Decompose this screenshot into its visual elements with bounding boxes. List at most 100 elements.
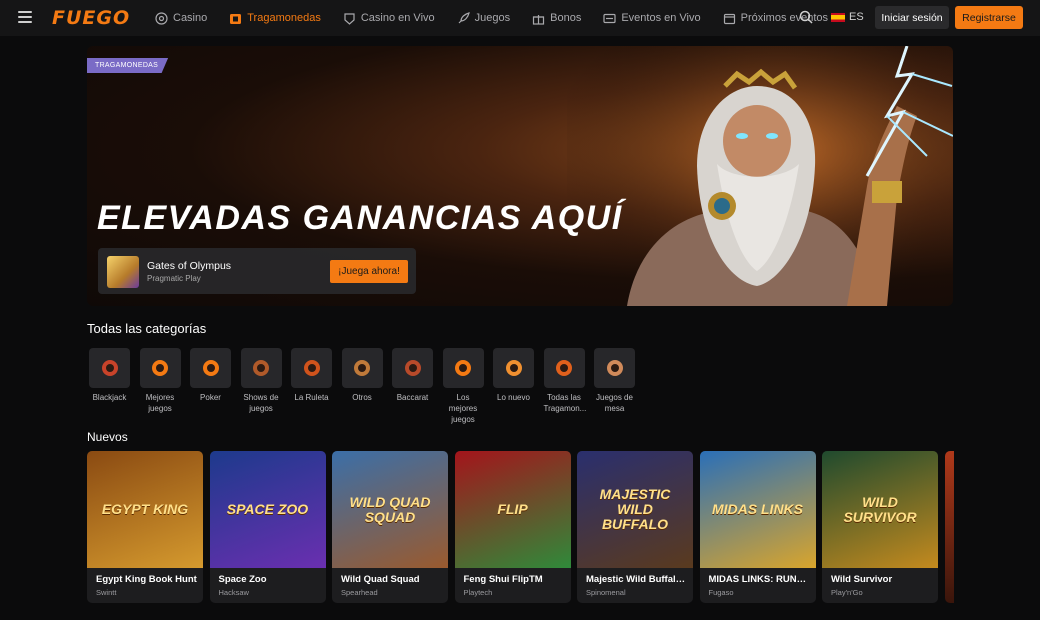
roulette-icon	[303, 360, 320, 376]
search-icon[interactable]	[799, 10, 813, 24]
rocket-icon	[458, 11, 470, 23]
game-art-title: FLIP	[497, 501, 528, 517]
nav-item-label: Eventos en Vivo	[621, 12, 701, 24]
category-tile[interactable]	[341, 348, 383, 388]
nav-item-label: Casino en Vivo	[360, 12, 435, 24]
game-card[interactable]: FLIP Feng Shui FlipTM Playtech	[454, 451, 571, 603]
category-item[interactable]: Mejores juegos	[139, 348, 181, 425]
hero-banner[interactable]: TRAGAMONEDAS ELEVADAS GANANCIAS AQUÍ Gat…	[87, 46, 953, 306]
game-card[interactable]: WILD QUAD SQUAD Wild Quad Squad Spearhead	[332, 451, 448, 603]
nav-item-casino[interactable]: Casino	[155, 11, 207, 25]
game-thumbnail[interactable]: WILD SURVIVOR	[822, 451, 938, 568]
menu-icon[interactable]	[18, 11, 32, 23]
main-nav: Casino Tragamonedas Casino en Vivo Juegos Bo…	[155, 0, 850, 36]
featured-game-card[interactable]: Gates of Olympus Pragmatic Play ¡Juega a…	[98, 248, 416, 294]
category-list: Blackjack Mejores juegos Poker Shows de jue…	[89, 348, 645, 425]
next-game-card-peek[interactable]	[944, 451, 954, 603]
slot-bag-icon	[556, 360, 572, 376]
category-tile[interactable]	[291, 348, 332, 388]
category-tile[interactable]	[442, 348, 484, 388]
login-button[interactable]: Iniciar sesión	[875, 6, 949, 29]
game-art-title: WILD SURVIVOR	[843, 493, 917, 525]
baccarat-cards-icon	[404, 360, 421, 376]
game-thumbnail[interactable]: SPACE ZOO	[209, 451, 326, 568]
category-tile[interactable]	[139, 348, 181, 388]
language-selector[interactable]: ES	[831, 11, 864, 23]
thumbs-up-icon	[152, 360, 168, 376]
nav-item-label: Bonos	[550, 12, 582, 24]
nav-item-juegos[interactable]: Juegos	[457, 11, 511, 25]
featured-game-thumbnail[interactable]	[107, 256, 139, 288]
language-code: ES	[849, 11, 864, 23]
game-card[interactable]: WILD SURVIVOR Wild Survivor Play'n'Go	[822, 451, 938, 603]
game-thumbnail[interactable]: WILD QUAD SQUAD	[332, 451, 448, 568]
category-label: La Ruleta	[294, 393, 329, 402]
brand-logo[interactable]: FUEGO	[52, 7, 130, 29]
category-label: Mejores juegos	[145, 393, 175, 413]
nav-item-eventos-en-vivo[interactable]: Eventos en Vivo	[603, 12, 701, 25]
game-provider: Spinomenal	[586, 588, 626, 597]
category-item[interactable]: Blackjack	[89, 348, 130, 425]
game-provider: Fugaso	[708, 588, 734, 597]
category-item[interactable]: Poker	[190, 348, 231, 425]
category-label: Shows de juegos	[243, 393, 279, 413]
game-art-title: EGYPT KING	[101, 501, 189, 517]
featured-game-provider: Pragmatic Play	[147, 274, 201, 283]
category-tile[interactable]	[240, 348, 282, 388]
category-item[interactable]: La Ruleta	[291, 348, 332, 425]
category-tile[interactable]	[594, 348, 635, 388]
play-now-button[interactable]: ¡Juega ahora!	[330, 260, 408, 283]
nav-item-tragamonedas[interactable]: Tragamonedas	[229, 12, 321, 25]
category-tile[interactable]	[543, 348, 585, 388]
game-card[interactable]: EGYPT KING Egypt King Book Hunt Swintt	[87, 451, 203, 603]
nav-item-label: Juegos	[474, 12, 511, 24]
game-name: Feng Shui FlipTM	[463, 574, 543, 585]
category-item[interactable]: Otros	[341, 348, 383, 425]
game-card[interactable]: SPACE ZOO Space Zoo Hacksaw	[209, 451, 326, 603]
game-provider: Hacksaw	[218, 588, 249, 597]
featured-game-name: Gates of Olympus	[147, 260, 232, 272]
game-art-title: MAJESTIC WILD BUFFALO	[599, 486, 671, 532]
blackjack-cards-icon	[101, 360, 118, 376]
game-provider: Playtech	[463, 588, 493, 597]
game-art-title: SPACE ZOO	[226, 501, 309, 517]
gift-icon	[533, 14, 545, 25]
game-thumbnail[interactable]: FLIP	[454, 451, 571, 568]
poker-chips-icon	[202, 360, 219, 376]
game-name: MIDAS LINKS: RUNNING WINS	[708, 574, 810, 585]
category-tile[interactable]	[392, 348, 433, 388]
category-item[interactable]: Baccarat	[392, 348, 433, 425]
category-tile[interactable]	[89, 348, 130, 388]
category-tile[interactable]	[190, 348, 231, 388]
category-label: Lo nuevo	[497, 393, 530, 402]
calendar-icon	[723, 13, 735, 24]
others-icon	[354, 360, 370, 376]
category-item[interactable]: Lo nuevo	[493, 348, 534, 425]
live-events-icon	[603, 13, 616, 23]
categories-heading: Todas las categorías	[87, 321, 207, 336]
register-button[interactable]: Registrarse	[955, 6, 1023, 29]
hero-title: ELEVADAS GANANCIAS AQUÍ	[97, 199, 623, 237]
game-card[interactable]: MAJESTIC WILD BUFFALO Majestic Wild Buffa…	[577, 451, 693, 603]
category-label: Los mejores juegos	[448, 393, 478, 424]
category-label: Blackjack	[92, 393, 127, 402]
new-games-carousel: EGYPT KING Egypt King Book Hunt Swintt SPAC…	[87, 451, 954, 603]
game-thumbnail[interactable]: MAJESTIC WILD BUFFALO	[577, 451, 693, 568]
game-provider: Play'n'Go	[831, 588, 863, 597]
game-thumbnail[interactable]: EGYPT KING	[87, 451, 203, 568]
game-provider: Spearhead	[341, 588, 378, 597]
game-name: Egypt King Book Hunt	[96, 574, 197, 585]
nav-item-bonos[interactable]: Bonos	[532, 12, 581, 25]
game-art-title: WILD QUAD SQUAD	[349, 493, 431, 525]
category-item[interactable]: Todas las Tragamon...	[543, 348, 586, 425]
category-tile[interactable]	[493, 348, 534, 388]
slot-machine-icon	[230, 13, 242, 24]
game-thumbnail[interactable]: MIDAS LINKS	[699, 451, 816, 568]
game-provider: Swintt	[96, 588, 117, 597]
nav-item-casino-en-vivo[interactable]: Casino en Vivo	[343, 12, 435, 25]
category-item[interactable]: Shows de juegos	[240, 348, 282, 425]
game-name: Wild Survivor	[831, 574, 893, 585]
category-item[interactable]: Juegos de mesa	[594, 348, 635, 425]
category-item[interactable]: Los mejores juegos	[442, 348, 484, 425]
game-card[interactable]: MIDAS LINKS MIDAS LINKS: RUNNING WINS Fuga…	[699, 451, 816, 603]
